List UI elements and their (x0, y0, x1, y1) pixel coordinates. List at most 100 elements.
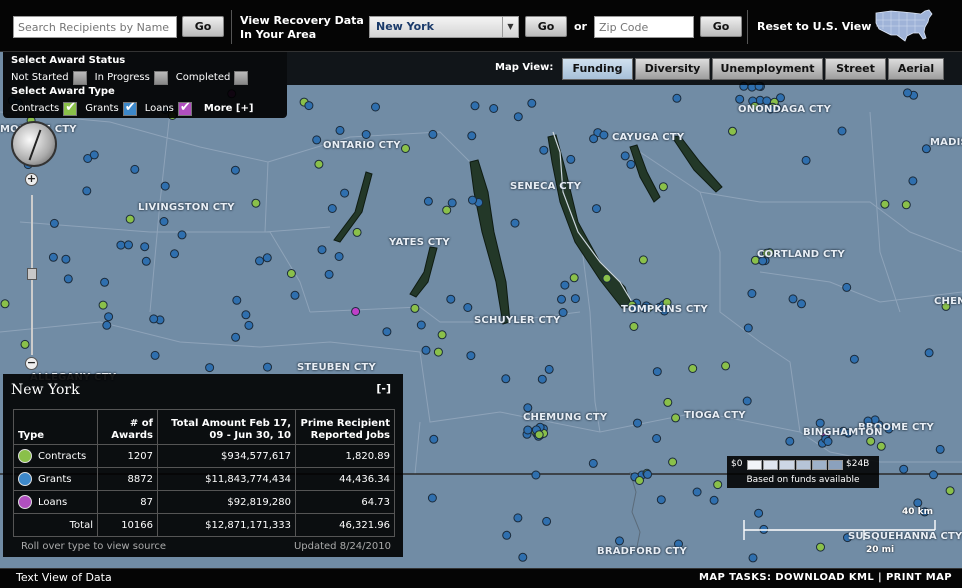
award-marker[interactable] (334, 252, 344, 261)
award-marker[interactable] (569, 273, 579, 283)
award-marker[interactable] (620, 151, 630, 161)
award-marker[interactable] (421, 345, 431, 355)
award-marker[interactable] (125, 214, 135, 224)
award-marker[interactable] (437, 330, 447, 340)
award-marker[interactable] (652, 367, 662, 377)
award-marker[interactable] (531, 470, 541, 480)
zoom-out-button[interactable]: − (25, 357, 38, 370)
tab-funding[interactable]: Funding (562, 58, 633, 80)
tab-aerial[interactable]: Aerial (888, 58, 944, 80)
award-marker[interactable] (638, 255, 648, 265)
award-marker[interactable] (82, 186, 92, 196)
award-marker[interactable] (592, 204, 601, 214)
award-marker[interactable] (335, 125, 345, 135)
award-marker[interactable] (544, 364, 554, 374)
more-types-link[interactable]: More [+] (204, 103, 254, 114)
award-marker[interactable] (899, 464, 909, 474)
award-marker[interactable] (317, 245, 327, 255)
award-marker[interactable] (842, 282, 852, 292)
award-marker[interactable] (513, 112, 523, 122)
award-marker[interactable] (643, 469, 653, 479)
award-marker[interactable] (671, 413, 681, 423)
award-marker[interactable] (542, 516, 552, 526)
award-marker[interactable] (401, 144, 410, 153)
award-marker[interactable] (48, 252, 58, 262)
award-marker[interactable] (423, 196, 433, 206)
status-in-progress-checkbox[interactable] (153, 70, 168, 85)
award-marker[interactable] (232, 295, 242, 305)
award-marker[interactable] (102, 320, 112, 330)
award-marker[interactable] (527, 98, 537, 108)
award-marker[interactable] (314, 159, 324, 169)
award-marker[interactable] (416, 320, 426, 330)
award-marker[interactable] (149, 314, 159, 324)
award-marker[interactable] (470, 101, 480, 111)
award-marker[interactable] (924, 348, 934, 358)
award-marker[interactable] (837, 126, 847, 136)
award-marker[interactable] (442, 205, 452, 215)
award-marker[interactable] (352, 227, 362, 237)
award-marker[interactable] (728, 126, 737, 136)
table-row[interactable]: Contracts 1207 $934,577,617 1,820.89 (13, 444, 395, 468)
award-marker[interactable] (124, 240, 133, 250)
award-marker[interactable] (876, 441, 886, 451)
award-marker[interactable] (116, 240, 126, 250)
status-not-started-checkbox[interactable] (72, 70, 87, 85)
zoom-in-button[interactable]: + (25, 173, 38, 186)
zip-go-button[interactable]: Go (700, 16, 742, 37)
award-marker[interactable] (433, 347, 443, 357)
award-marker[interactable] (668, 457, 678, 467)
award-marker[interactable] (523, 425, 533, 435)
award-marker[interactable] (327, 204, 337, 213)
type-cell[interactable]: Loans (13, 490, 98, 514)
award-marker[interactable] (633, 418, 642, 428)
type-loans-checkbox[interactable] (177, 100, 192, 116)
award-marker[interactable] (489, 104, 499, 113)
award-marker[interactable] (251, 198, 261, 208)
award-marker[interactable] (748, 553, 758, 563)
award-marker[interactable] (945, 486, 955, 496)
tab-street[interactable]: Street (825, 58, 886, 80)
award-marker[interactable] (721, 361, 731, 371)
award-marker[interactable] (557, 294, 566, 304)
award-marker[interactable] (658, 182, 668, 192)
award-marker[interactable] (177, 230, 187, 240)
award-marker[interactable] (140, 242, 150, 252)
award-marker[interactable] (361, 130, 371, 139)
award-marker[interactable] (286, 269, 296, 278)
chevron-down-icon[interactable]: ▼ (502, 17, 518, 37)
award-marker[interactable] (588, 458, 598, 468)
type-cell[interactable]: Grants (13, 467, 98, 491)
award-marker[interactable] (560, 280, 570, 290)
award-marker[interactable] (602, 273, 612, 283)
recipient-search-input[interactable] (13, 16, 177, 38)
award-marker[interactable] (382, 327, 392, 337)
award-marker[interactable] (463, 303, 473, 312)
award-marker[interactable] (324, 269, 334, 279)
award-marker[interactable] (244, 320, 254, 330)
award-marker[interactable] (849, 354, 859, 364)
award-marker[interactable] (615, 536, 624, 546)
type-grants-checkbox[interactable] (122, 100, 137, 116)
award-marker[interactable] (410, 303, 420, 313)
table-row[interactable]: Grants 8872 $11,843,774,434 44,436.34 (13, 467, 395, 491)
award-marker[interactable] (801, 155, 811, 165)
award-marker[interactable] (534, 430, 544, 440)
award-marker[interactable] (823, 437, 833, 446)
tab-unemployment[interactable]: Unemployment (712, 58, 823, 80)
type-contracts-checkbox[interactable] (63, 100, 78, 116)
award-marker[interactable] (340, 188, 350, 198)
collapse-panel-button[interactable]: [-] (376, 382, 391, 395)
award-marker[interactable] (880, 199, 890, 209)
award-marker[interactable] (513, 513, 523, 523)
award-marker[interactable] (170, 249, 179, 259)
award-marker[interactable] (672, 93, 682, 103)
award-marker[interactable] (629, 322, 639, 331)
award-marker[interactable] (304, 101, 314, 111)
award-marker[interactable] (290, 290, 300, 300)
award-marker[interactable] (501, 374, 511, 384)
award-marker[interactable] (104, 312, 114, 322)
award-marker[interactable] (63, 274, 73, 284)
award-marker[interactable] (231, 332, 241, 342)
award-marker[interactable] (428, 129, 438, 139)
